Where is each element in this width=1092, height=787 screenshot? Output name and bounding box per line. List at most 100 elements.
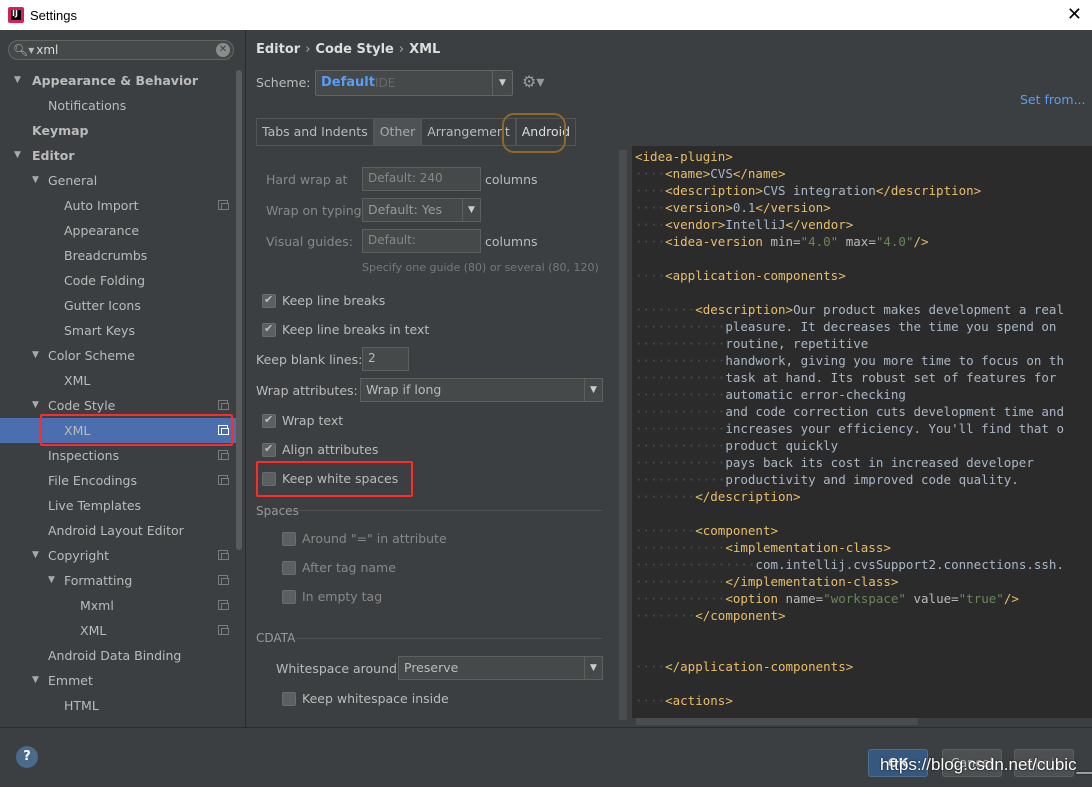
- visual-guides-label: Visual guides:: [266, 234, 353, 249]
- settings-panel-scrollbar[interactable]: [619, 150, 627, 720]
- tree-item[interactable]: Code Folding: [0, 268, 240, 293]
- tree-item[interactable]: HTML: [0, 693, 240, 718]
- tab-other[interactable]: Other: [373, 118, 422, 145]
- sidebar-scrollbar[interactable]: [236, 70, 242, 550]
- breadcrumb-xml: XML: [409, 42, 441, 57]
- project-settings-icon: [218, 475, 229, 485]
- tree-item[interactable]: Appearance: [0, 218, 240, 243]
- code-preview-text: <idea-plugin> ····<name>CVS</name> ····<…: [635, 149, 1064, 708]
- scheme-dropdown[interactable]: Default IDE ▼: [315, 70, 513, 96]
- tree-item[interactable]: XML: [0, 368, 240, 393]
- cdata-divider: [296, 638, 602, 639]
- tree-item[interactable]: ▼ Appearance & Behavior: [0, 68, 240, 93]
- keep-line-breaks-text-checkbox[interactable]: Keep line breaks in text: [262, 322, 429, 337]
- keep-line-breaks-checkbox[interactable]: Keep line breaks: [262, 293, 385, 308]
- align-attributes-checkbox[interactable]: Align attributes: [262, 442, 378, 457]
- visual-guides-columns-label: columns: [485, 234, 538, 249]
- wrap-attributes-dropdown[interactable]: Wrap if long ▼: [360, 378, 603, 402]
- expand-arrow-icon[interactable]: ▼: [32, 343, 39, 368]
- whitespace-around-dropdown[interactable]: Preserve ▼: [398, 656, 603, 680]
- set-from-link[interactable]: Set from...: [1020, 92, 1086, 107]
- tree-item[interactable]: ▼ Copyright: [0, 543, 240, 568]
- tree-item[interactable]: Android Data Binding: [0, 643, 240, 668]
- tree-item-label: Smart Keys: [64, 323, 135, 338]
- visual-guides-field[interactable]: Default:: [362, 229, 481, 253]
- expand-arrow-icon[interactable]: ▼: [32, 668, 39, 693]
- tree-item[interactable]: Mxml: [0, 593, 240, 618]
- tree-item-label: HTML: [64, 698, 99, 713]
- xml-highlight-annotation: [40, 414, 233, 446]
- scheme-label: Scheme:: [256, 75, 311, 90]
- project-settings-icon: [218, 400, 229, 410]
- hard-wrap-field[interactable]: Default: 240: [362, 167, 481, 191]
- breadcrumb: Editor › Code Style › XML: [256, 42, 441, 57]
- tree-item[interactable]: Auto Import: [0, 193, 240, 218]
- code-preview-scrollbar[interactable]: [636, 718, 918, 725]
- settings-sidebar: 🔍︎▾ xml ✕ ▼ Appearance & Behavior Notifica…: [0, 30, 246, 727]
- visual-guides-hint: Specify one guide (80) or several (80, 1…: [362, 261, 599, 274]
- intellij-app-icon: IJ: [8, 7, 24, 23]
- hard-wrap-columns-label: columns: [485, 172, 538, 187]
- tab-tabs-and-indents[interactable]: Tabs and Indents: [256, 118, 374, 145]
- expand-arrow-icon[interactable]: ▼: [32, 543, 39, 568]
- project-settings-icon: [218, 450, 229, 460]
- after-tag-name-checkbox[interactable]: After tag name: [282, 560, 396, 575]
- after-tag-name-label: After tag name: [302, 560, 396, 575]
- expand-arrow-icon[interactable]: ▼: [14, 143, 21, 168]
- tree-item[interactable]: Smart Keys: [0, 318, 240, 343]
- tree-item-label: XML: [80, 623, 107, 638]
- tree-item[interactable]: Android Layout Editor: [0, 518, 240, 543]
- tree-item[interactable]: Live Templates: [0, 493, 240, 518]
- tree-item[interactable]: Keymap: [0, 118, 240, 143]
- checkbox-checked: [262, 442, 276, 457]
- android-tab-highlight-annotation: [502, 113, 566, 153]
- in-empty-tag-checkbox[interactable]: In empty tag: [282, 589, 382, 604]
- keep-whitespace-inside-label: Keep whitespace inside: [302, 691, 449, 706]
- wrap-text-checkbox[interactable]: Wrap text: [262, 413, 343, 428]
- settings-tree: ▼ Appearance & Behavior Notifications Keyma…: [0, 68, 240, 718]
- tree-item[interactable]: File Encodings: [0, 468, 240, 493]
- tree-item-label: Emmet: [48, 673, 93, 688]
- expand-arrow-icon[interactable]: ▼: [14, 68, 21, 93]
- help-icon[interactable]: ?: [16, 746, 38, 768]
- tree-item[interactable]: XML: [0, 618, 240, 643]
- tree-item[interactable]: Notifications: [0, 93, 240, 118]
- search-input[interactable]: 🔍︎▾ xml ✕: [8, 40, 234, 60]
- clear-search-icon[interactable]: ✕: [216, 43, 230, 57]
- expand-arrow-icon[interactable]: ▼: [32, 393, 39, 418]
- tree-item[interactable]: ▼ Color Scheme: [0, 343, 240, 368]
- hard-wrap-label: Hard wrap at: [266, 172, 348, 187]
- in-empty-tag-label: In empty tag: [302, 589, 383, 604]
- expand-arrow-icon[interactable]: ▼: [48, 568, 55, 593]
- tree-item-label: Auto Import: [64, 198, 139, 213]
- tree-item-label: Color Scheme: [48, 348, 135, 363]
- checkbox-unchecked: [282, 691, 296, 706]
- watermark-text: https://blog.csdn.net/cubic__: [880, 755, 1092, 774]
- breadcrumb-editor[interactable]: Editor: [256, 42, 300, 57]
- tree-item[interactable]: ▼ Formatting: [0, 568, 240, 593]
- tree-item-label: File Encodings: [48, 473, 138, 488]
- keep-whitespace-inside-checkbox[interactable]: Keep whitespace inside: [282, 691, 449, 706]
- keep-line-breaks-label: Keep line breaks: [282, 293, 386, 308]
- tree-item[interactable]: ▼ General: [0, 168, 240, 193]
- gear-icon[interactable]: ⚙▾: [522, 72, 544, 91]
- project-settings-icon: [218, 600, 229, 610]
- checkbox-unchecked: [282, 531, 296, 546]
- tree-item[interactable]: Inspections: [0, 443, 240, 468]
- tree-item[interactable]: ▼ Editor: [0, 143, 240, 168]
- keep-blank-lines-label: Keep blank lines:: [256, 352, 363, 367]
- wrap-typing-dropdown[interactable]: Default: Yes ▼: [362, 198, 481, 222]
- wrap-typing-value: Default: Yes: [368, 202, 443, 217]
- around-eq-checkbox[interactable]: Around "=" in attribute: [282, 531, 447, 546]
- expand-arrow-icon[interactable]: ▼: [32, 168, 39, 193]
- project-settings-icon: [218, 575, 229, 585]
- breadcrumb-code-style[interactable]: Code Style: [315, 42, 393, 57]
- tree-item[interactable]: Gutter Icons: [0, 293, 240, 318]
- search-icon: 🔍︎▾: [13, 43, 35, 57]
- tree-item[interactable]: Breadcrumbs: [0, 243, 240, 268]
- tree-item[interactable]: ▼ Emmet: [0, 668, 240, 693]
- scheme-value: Default: [321, 75, 375, 90]
- whitespace-around-label: Whitespace around:: [276, 661, 402, 676]
- keep-blank-lines-field[interactable]: 2: [362, 347, 409, 371]
- close-icon[interactable]: ✕: [1067, 4, 1082, 25]
